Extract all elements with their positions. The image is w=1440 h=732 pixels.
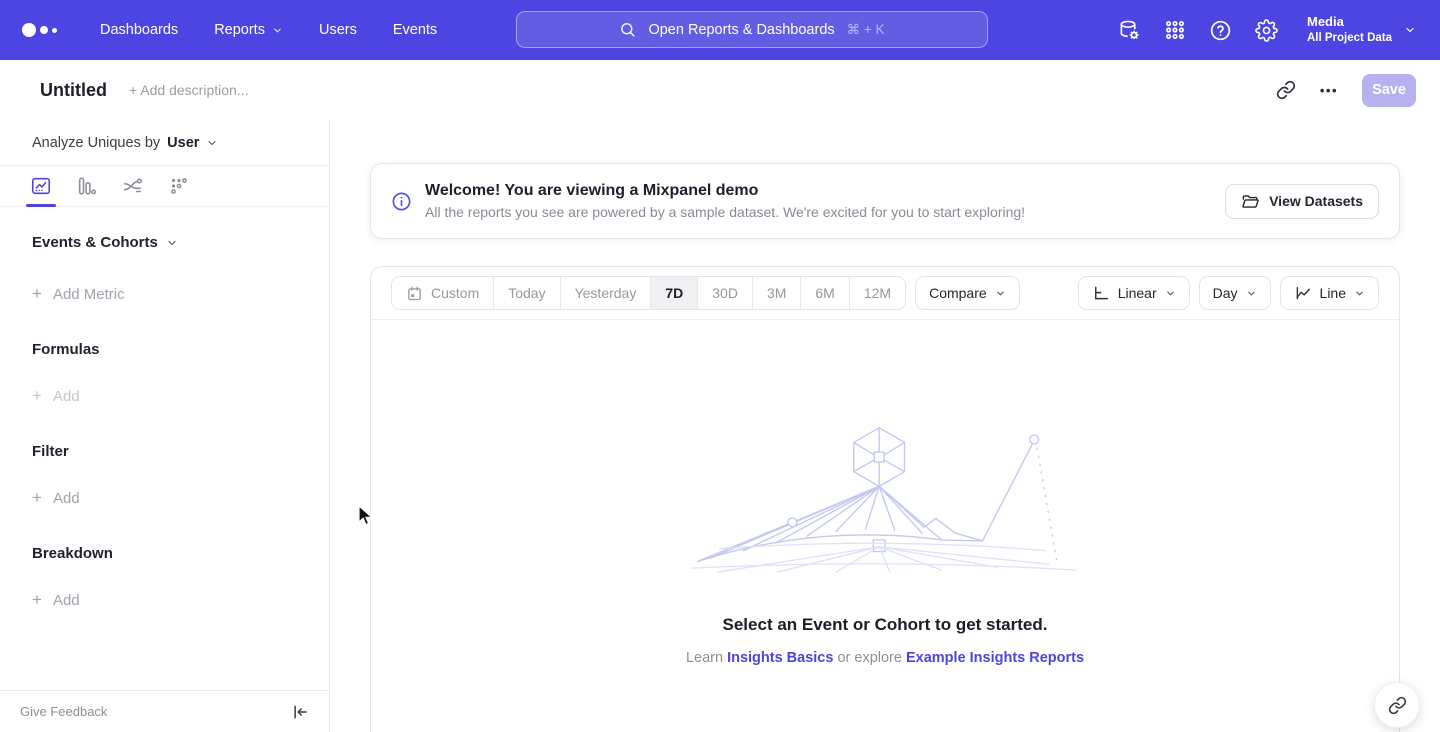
chart-controls: Custom Today Yesterday 7D 30D 3M 6M 12M … bbox=[371, 267, 1399, 320]
analyze-label: Analyze Uniques by bbox=[32, 135, 160, 151]
give-feedback-link[interactable]: Give Feedback bbox=[20, 704, 107, 719]
search-placeholder: Open Reports & Dashboards bbox=[648, 22, 834, 38]
help-icon[interactable] bbox=[1209, 19, 1232, 42]
plus-icon: + bbox=[32, 284, 42, 304]
nav-item-reports[interactable]: Reports bbox=[214, 22, 283, 38]
date-range-6m[interactable]: 6M bbox=[801, 277, 849, 309]
scale-dropdown[interactable]: Linear bbox=[1078, 276, 1190, 310]
project-switcher[interactable]: Media All Project Data bbox=[1307, 13, 1416, 46]
query-builder-sidebar: Analyze Uniques by User bbox=[0, 120, 330, 732]
empty-state: Select an Event or Cohort to get started… bbox=[371, 420, 1399, 666]
date-range-30d[interactable]: 30D bbox=[698, 277, 753, 309]
formulas-section-header: Formulas bbox=[32, 341, 297, 358]
view-datasets-button[interactable]: View Datasets bbox=[1225, 184, 1379, 219]
tab-funnels[interactable] bbox=[76, 166, 98, 207]
chevron-down-icon bbox=[206, 137, 218, 149]
empty-state-title: Select an Event or Cohort to get started… bbox=[371, 615, 1399, 635]
share-link-fab[interactable] bbox=[1374, 682, 1420, 728]
add-breakdown-button[interactable]: + Add bbox=[32, 590, 297, 610]
date-range-custom[interactable]: Custom bbox=[392, 277, 494, 309]
tab-insights[interactable] bbox=[30, 166, 52, 207]
global-search-input[interactable]: Open Reports & Dashboards ⌘ + K bbox=[516, 11, 988, 48]
events-cohorts-section-header[interactable]: Events & Cohorts bbox=[32, 234, 297, 251]
settings-gear-icon[interactable] bbox=[1255, 19, 1278, 42]
insights-chart-card: Custom Today Yesterday 7D 30D 3M 6M 12M … bbox=[370, 266, 1400, 732]
date-range-12m[interactable]: 12M bbox=[850, 277, 905, 309]
add-filter-button[interactable]: + Add bbox=[32, 488, 297, 508]
banner-subtitle: All the reports you see are powered by a… bbox=[425, 204, 1025, 220]
data-management-icon[interactable] bbox=[1118, 19, 1141, 42]
filter-section-header: Filter bbox=[32, 443, 297, 460]
date-range-yesterday[interactable]: Yesterday bbox=[561, 277, 652, 309]
date-range-segmented-control: Custom Today Yesterday 7D 30D 3M 6M 12M bbox=[391, 276, 906, 310]
nav-item-events[interactable]: Events bbox=[393, 22, 437, 38]
calendar-icon bbox=[406, 285, 423, 302]
collapse-sidebar-icon[interactable] bbox=[291, 703, 309, 721]
chevron-down-icon bbox=[995, 288, 1006, 299]
search-icon bbox=[619, 21, 636, 38]
add-metric-button[interactable]: + Add Metric bbox=[32, 284, 297, 304]
empty-state-links: Learn Insights Basics or explore Example… bbox=[371, 650, 1399, 666]
plus-icon: + bbox=[32, 488, 42, 508]
project-name: Media bbox=[1307, 13, 1392, 31]
search-shortcut: ⌘ + K bbox=[847, 22, 885, 38]
empty-state-illustration bbox=[690, 420, 1080, 575]
date-range-today[interactable]: Today bbox=[494, 277, 560, 309]
info-icon bbox=[391, 191, 412, 212]
chevron-down-icon bbox=[272, 25, 283, 36]
mixpanel-logo-icon[interactable] bbox=[22, 23, 66, 37]
date-range-7d[interactable]: 7D bbox=[651, 277, 698, 309]
breakdown-section-header: Breakdown bbox=[32, 545, 297, 562]
chevron-down-icon bbox=[1354, 288, 1365, 299]
linear-scale-icon bbox=[1092, 284, 1110, 302]
interval-dropdown[interactable]: Day bbox=[1199, 276, 1271, 310]
date-range-3m[interactable]: 3M bbox=[753, 277, 801, 309]
chevron-down-icon bbox=[1165, 288, 1176, 299]
apps-grid-icon[interactable] bbox=[1164, 19, 1186, 41]
chevron-down-icon bbox=[1404, 24, 1416, 36]
primary-nav: Dashboards Reports Users Events bbox=[100, 22, 437, 38]
example-insights-reports-link[interactable]: Example Insights Reports bbox=[906, 650, 1084, 666]
tab-retention[interactable] bbox=[168, 166, 190, 207]
chevron-down-icon bbox=[1246, 288, 1257, 299]
project-scope: All Project Data bbox=[1307, 31, 1392, 47]
insights-basics-link[interactable]: Insights Basics bbox=[727, 650, 833, 666]
metric-type-tabs bbox=[0, 166, 329, 207]
top-nav: Dashboards Reports Users Events Open Rep… bbox=[0, 0, 1440, 60]
more-options-icon[interactable]: ••• bbox=[1320, 83, 1338, 98]
chevron-down-icon bbox=[166, 237, 178, 249]
line-chart-icon bbox=[1294, 284, 1312, 302]
plus-icon: + bbox=[32, 590, 42, 610]
save-button[interactable]: Save bbox=[1362, 74, 1416, 107]
add-formula-button[interactable]: + Add bbox=[32, 386, 297, 406]
chart-type-dropdown[interactable]: Line bbox=[1280, 276, 1379, 310]
plus-icon: + bbox=[32, 386, 42, 406]
banner-title: Welcome! You are viewing a Mixpanel demo bbox=[425, 182, 1025, 200]
analyze-value-dropdown[interactable]: User bbox=[167, 135, 199, 151]
compare-dropdown[interactable]: Compare bbox=[915, 276, 1020, 310]
nav-item-dashboards[interactable]: Dashboards bbox=[100, 22, 178, 38]
report-title[interactable]: Untitled bbox=[40, 80, 107, 101]
nav-item-users[interactable]: Users bbox=[319, 22, 357, 38]
add-description-field[interactable]: + Add description... bbox=[129, 82, 248, 98]
welcome-banner: Welcome! You are viewing a Mixpanel demo… bbox=[370, 163, 1400, 239]
folder-icon bbox=[1241, 192, 1260, 211]
copy-link-icon[interactable] bbox=[1276, 80, 1296, 100]
tab-flows[interactable] bbox=[122, 166, 144, 207]
report-header: Untitled + Add description... ••• Save bbox=[0, 60, 1440, 120]
report-canvas: Welcome! You are viewing a Mixpanel demo… bbox=[330, 120, 1440, 732]
link-icon bbox=[1388, 696, 1407, 715]
